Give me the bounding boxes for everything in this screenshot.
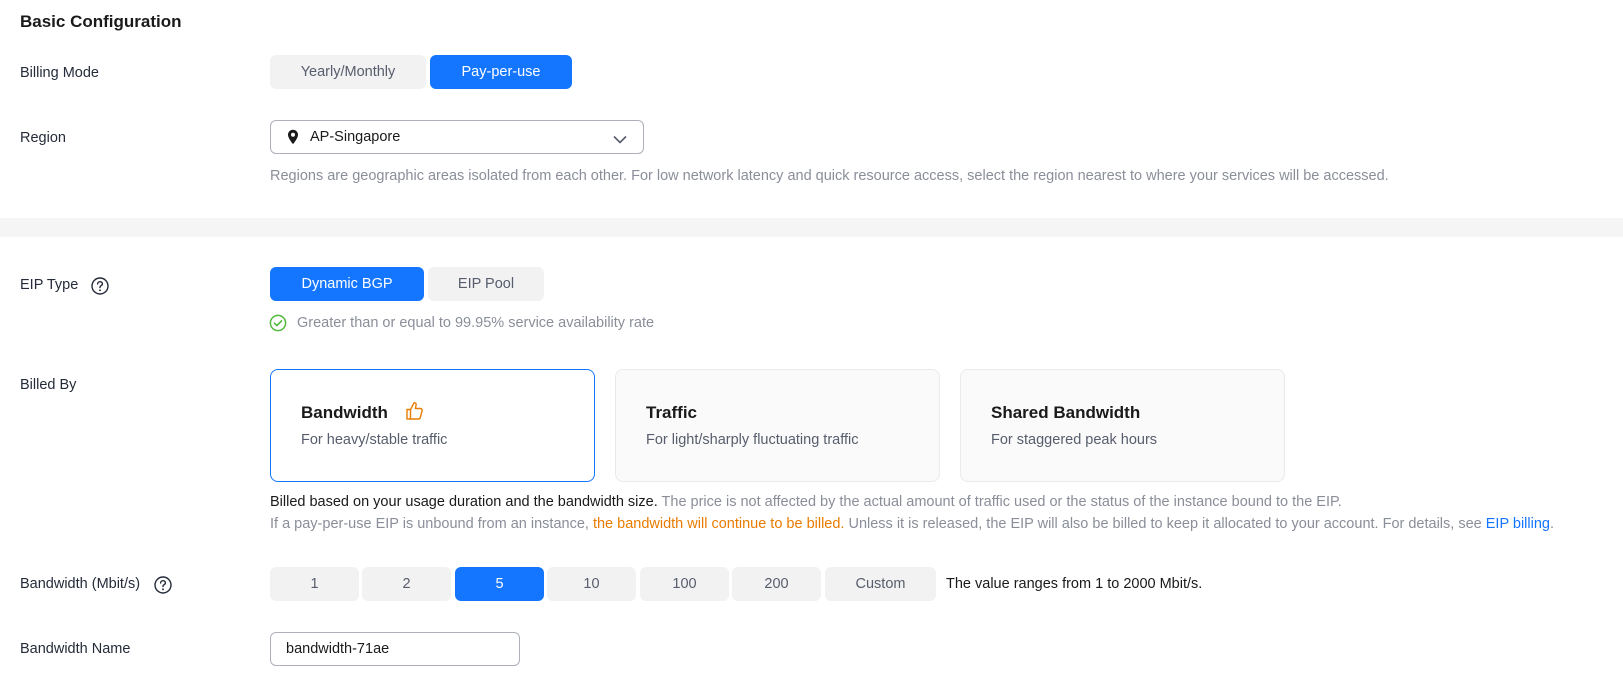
bandwidth-option-custom[interactable]: Custom [825,567,936,601]
card-title: Traffic [646,403,698,422]
billing-yearly-monthly-button[interactable]: Yearly/Monthly [270,55,426,89]
bandwidth-option-10[interactable]: 10 [547,567,636,601]
thumbs-up-icon [405,401,425,426]
section-divider [0,218,1623,237]
billed-by-label: Billed By [20,377,77,393]
billed-by-traffic-card[interactable]: Traffic For light/sharply fluctuating tr… [615,369,940,482]
bandwidth-option-2[interactable]: 2 [362,567,451,601]
section-title: Basic Configuration [20,12,182,31]
eip-pool-button[interactable]: EIP Pool [428,267,544,301]
billing-note-2: If a pay-per-use EIP is unbound from an … [270,516,1554,532]
bandwidth-option-200[interactable]: 200 [732,567,821,601]
billing-warning-text: the bandwidth will continue to be billed… [592,516,845,532]
region-hint: Regions are geographic areas isolated fr… [270,168,1389,184]
eip-type-help-icon[interactable] [91,277,109,295]
card-description: For heavy/stable traffic [301,432,448,448]
region-label: Region [20,130,66,146]
billing-note-emphasis: Billed based on your usage duration and … [270,494,658,510]
billing-pay-per-use-button[interactable]: Pay-per-use [430,55,572,89]
bandwidth-name-input[interactable] [270,632,520,666]
eip-dynamic-bgp-button[interactable]: Dynamic BGP [270,267,424,301]
bandwidth-range-text: The value ranges from 1 to 2000 Mbit/s. [946,576,1203,592]
billed-by-shared-bandwidth-card[interactable]: Shared Bandwidth For staggered peak hour… [960,369,1285,482]
bandwidth-label: Bandwidth (Mbit/s) [20,576,141,592]
eip-billing-link[interactable]: EIP billing [1486,516,1550,532]
chevron-down-icon [613,131,627,149]
check-circle-icon [269,314,287,337]
bandwidth-option-100[interactable]: 100 [640,567,729,601]
card-description: For staggered peak hours [991,432,1158,448]
card-description: For light/sharply fluctuating traffic [646,432,859,448]
region-select[interactable]: AP-Singapore [270,120,644,154]
billing-note-text: . [1549,516,1554,532]
bandwidth-name-label: Bandwidth Name [20,641,131,657]
card-title: Bandwidth [301,403,388,422]
eip-type-label: EIP Type [20,277,79,293]
billing-note-detail: The price is not affected by the actual … [657,494,1342,510]
billed-by-bandwidth-card[interactable]: Bandwidth For heavy/stable traffic [270,369,595,482]
billing-note-text: If a pay-per-use EIP is unbound from an … [270,516,593,532]
region-value: AP-Singapore [310,129,401,145]
card-title: Shared Bandwidth [991,403,1141,422]
bandwidth-help-icon[interactable] [154,576,172,594]
billing-note-1: Billed based on your usage duration and … [270,494,1342,510]
availability-note: Greater than or equal to 99.95% service … [297,315,655,331]
billing-note-text: Unless it is released, the EIP will also… [844,516,1486,532]
location-pin-icon [287,129,299,150]
billing-mode-label: Billing Mode [20,65,99,81]
bandwidth-option-5[interactable]: 5 [455,567,544,601]
bandwidth-option-1[interactable]: 1 [270,567,359,601]
